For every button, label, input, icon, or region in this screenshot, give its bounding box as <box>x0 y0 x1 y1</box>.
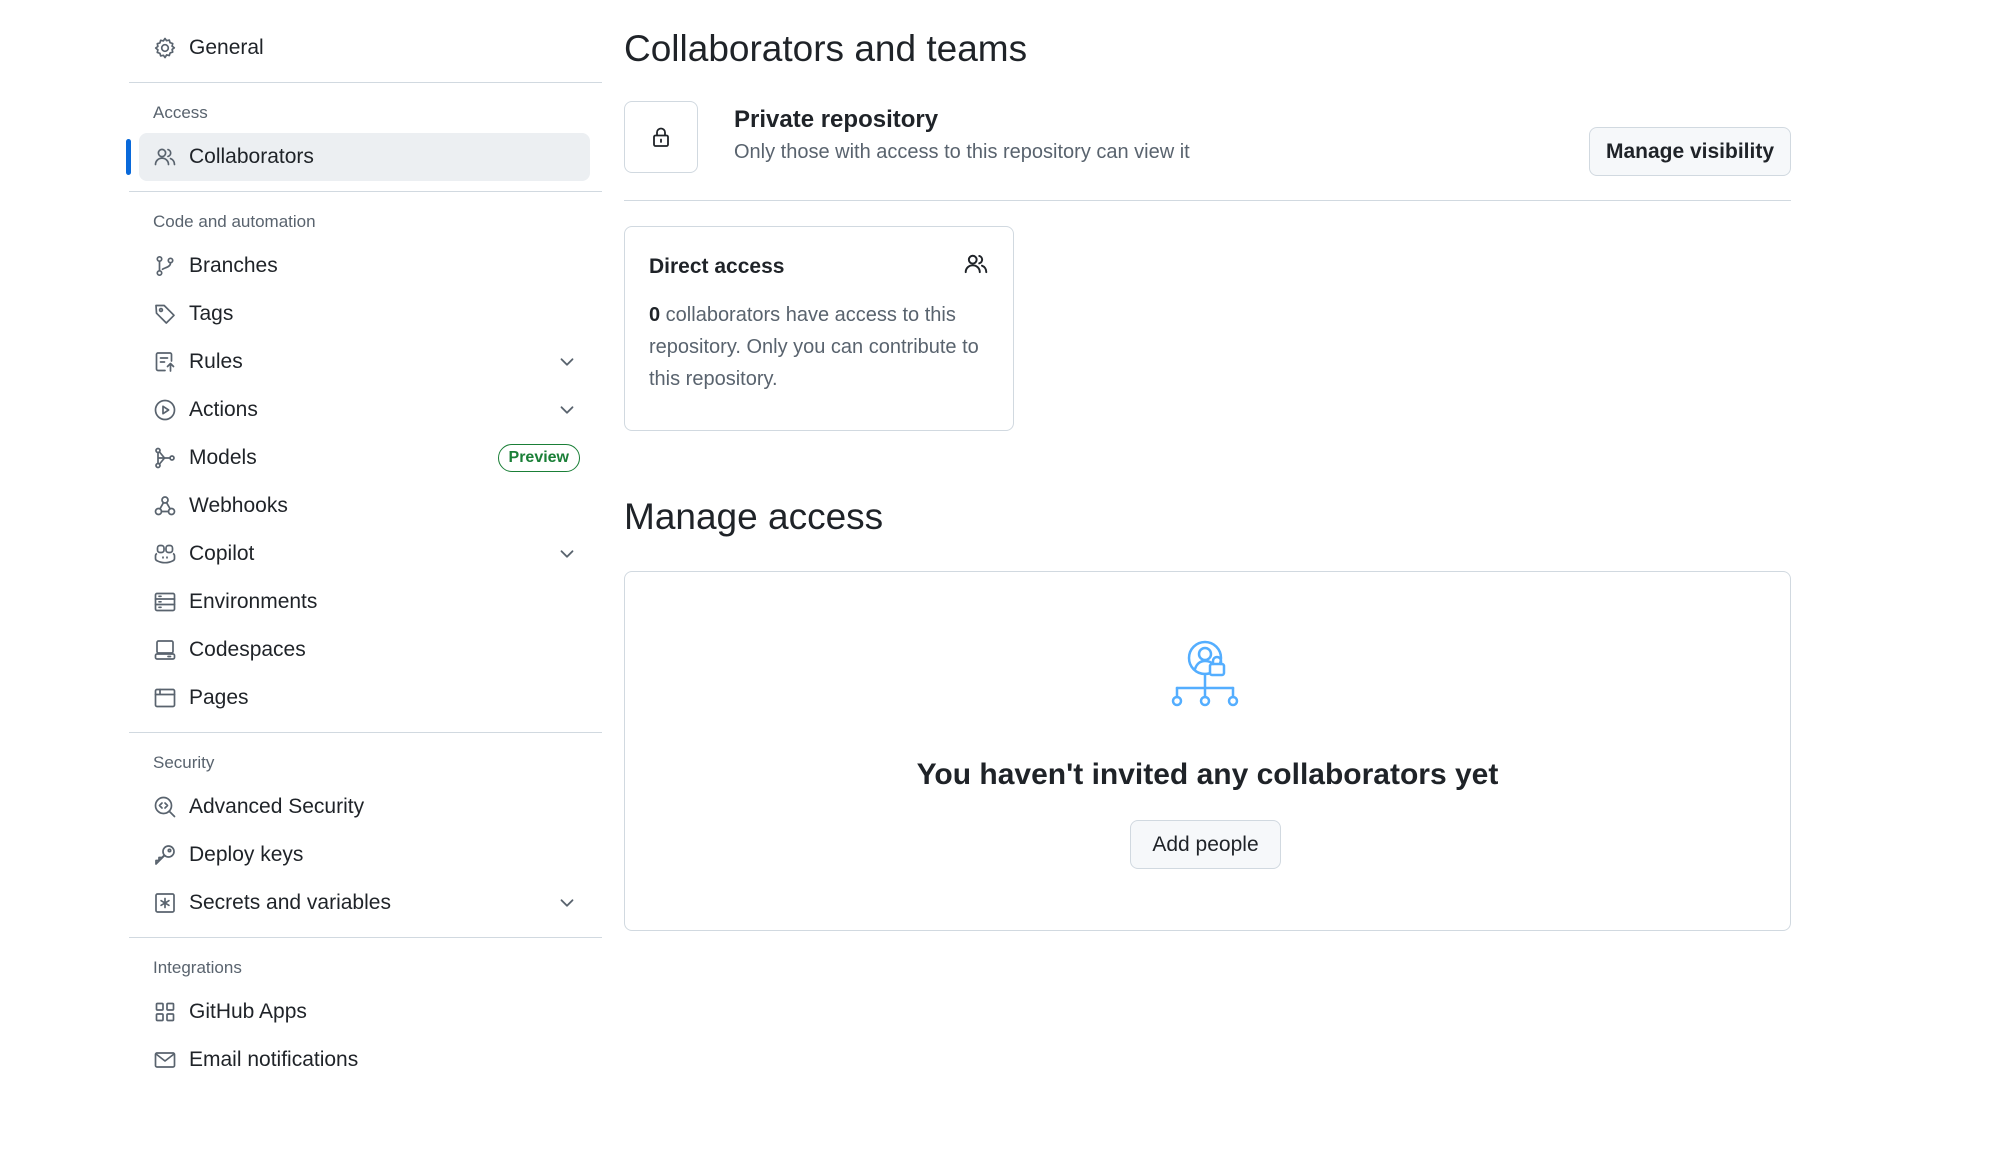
settings-page: General Access Collaborators Code and au… <box>0 0 2014 1164</box>
sidebar-item-general[interactable]: General <box>139 24 590 72</box>
people-icon <box>153 145 177 169</box>
codescan-icon <box>153 795 177 819</box>
server-icon <box>153 590 177 614</box>
chevron-down-icon[interactable] <box>556 399 578 421</box>
sidebar-item-actions[interactable]: Actions <box>139 386 590 434</box>
section-label-code-automation: Code and automation <box>153 212 316 231</box>
direct-access-text: collaborators have access to this reposi… <box>649 304 979 390</box>
collaborators-illustration-icon <box>1171 640 1239 707</box>
sidebar-item-label: Deploy keys <box>189 843 304 866</box>
key-icon <box>153 843 177 867</box>
manage-access-box: You haven't invited any collaborators ye… <box>624 571 1791 931</box>
direct-access-card: Direct access 0 collaborators have acces… <box>624 226 1014 431</box>
sidebar-item-codespaces[interactable]: Codespaces <box>139 626 590 674</box>
chevron-down-icon[interactable] <box>556 351 578 373</box>
sidebar-item-label: Collaborators <box>189 145 314 168</box>
sidebar-divider <box>129 82 602 83</box>
sidebar-item-models[interactable]: Models Preview <box>139 434 590 482</box>
sidebar-item-deploy-keys[interactable]: Deploy keys <box>139 831 590 879</box>
sidebar-item-label: Codespaces <box>189 638 306 661</box>
direct-access-description: 0 collaborators have access to this repo… <box>649 299 989 395</box>
sidebar-divider <box>129 191 602 192</box>
sidebar-item-advanced-security[interactable]: Advanced Security <box>139 783 590 831</box>
visibility-title: Private repository <box>734 106 939 133</box>
manage-access-title: Manage access <box>624 496 884 537</box>
sidebar-item-webhooks[interactable]: Webhooks <box>139 482 590 530</box>
sidebar-item-label: Rules <box>189 350 243 373</box>
sidebar-item-copilot[interactable]: Copilot <box>139 530 590 578</box>
models-icon <box>153 446 177 470</box>
sidebar-item-pages[interactable]: Pages <box>139 674 590 722</box>
manage-visibility-button[interactable]: Manage visibility <box>1589 127 1791 176</box>
codespaces-icon <box>153 638 177 662</box>
play-circle-icon <box>153 398 177 422</box>
sidebar-divider <box>129 732 602 733</box>
sidebar-item-label: Secrets and variables <box>189 891 391 914</box>
rules-icon <box>153 350 177 374</box>
sidebar-item-label: Branches <box>189 254 278 277</box>
sidebar-item-email-notifications[interactable]: Email notifications <box>139 1036 590 1084</box>
sidebar-item-branches[interactable]: Branches <box>139 242 590 290</box>
collaborator-count: 0 <box>649 304 661 326</box>
section-label-security: Security <box>153 753 215 772</box>
people-icon <box>964 254 988 274</box>
sidebar-item-collaborators[interactable]: Collaborators <box>126 133 590 181</box>
sidebar-divider <box>129 937 602 938</box>
chevron-down-icon[interactable] <box>556 543 578 565</box>
direct-access-title: Direct access <box>649 255 785 278</box>
apps-grid-icon <box>153 1000 177 1024</box>
sidebar-item-label: Tags <box>189 302 234 325</box>
sidebar-item-label: Environments <box>189 590 318 613</box>
sidebar-item-label: Webhooks <box>189 494 288 517</box>
sidebar-item-label: Email notifications <box>189 1048 359 1071</box>
settings-sidebar: General Access Collaborators Code and au… <box>126 24 602 1084</box>
empty-state-title: You haven't invited any collaborators ye… <box>916 758 1499 791</box>
sidebar-item-label: Actions <box>189 398 258 421</box>
gear-icon <box>153 36 177 60</box>
asterisk-box-icon <box>153 891 177 915</box>
sidebar-item-label: General <box>189 36 264 59</box>
sidebar-item-tags[interactable]: Tags <box>139 290 590 338</box>
sidebar-item-label: Pages <box>189 686 249 709</box>
browser-icon <box>153 686 177 710</box>
page-title: Collaborators and teams <box>624 28 1028 69</box>
section-label-integrations: Integrations <box>153 958 242 977</box>
sidebar-item-label: Copilot <box>189 542 255 565</box>
sidebar-item-secrets-variables[interactable]: Secrets and variables <box>139 879 590 927</box>
sidebar-item-label: Models <box>189 446 257 469</box>
copilot-icon <box>153 542 177 566</box>
add-people-button[interactable]: Add people <box>1130 820 1281 869</box>
git-branch-icon <box>153 254 177 278</box>
lock-icon <box>653 127 669 147</box>
sidebar-item-label: Advanced Security <box>189 795 365 818</box>
section-divider <box>624 200 1791 201</box>
chevron-down-icon[interactable] <box>556 892 578 914</box>
lock-icon-box <box>624 101 698 173</box>
sidebar-item-environments[interactable]: Environments <box>139 578 590 626</box>
tag-icon <box>153 302 177 326</box>
section-label-access: Access <box>153 103 208 122</box>
sidebar-item-rules[interactable]: Rules <box>139 338 590 386</box>
sidebar-item-label: GitHub Apps <box>189 1000 307 1023</box>
mail-icon <box>153 1048 177 1072</box>
sidebar-item-github-apps[interactable]: GitHub Apps <box>139 988 590 1036</box>
preview-badge: Preview <box>497 444 580 472</box>
visibility-subtitle: Only those with access to this repositor… <box>734 141 1190 163</box>
webhook-icon <box>153 494 177 518</box>
